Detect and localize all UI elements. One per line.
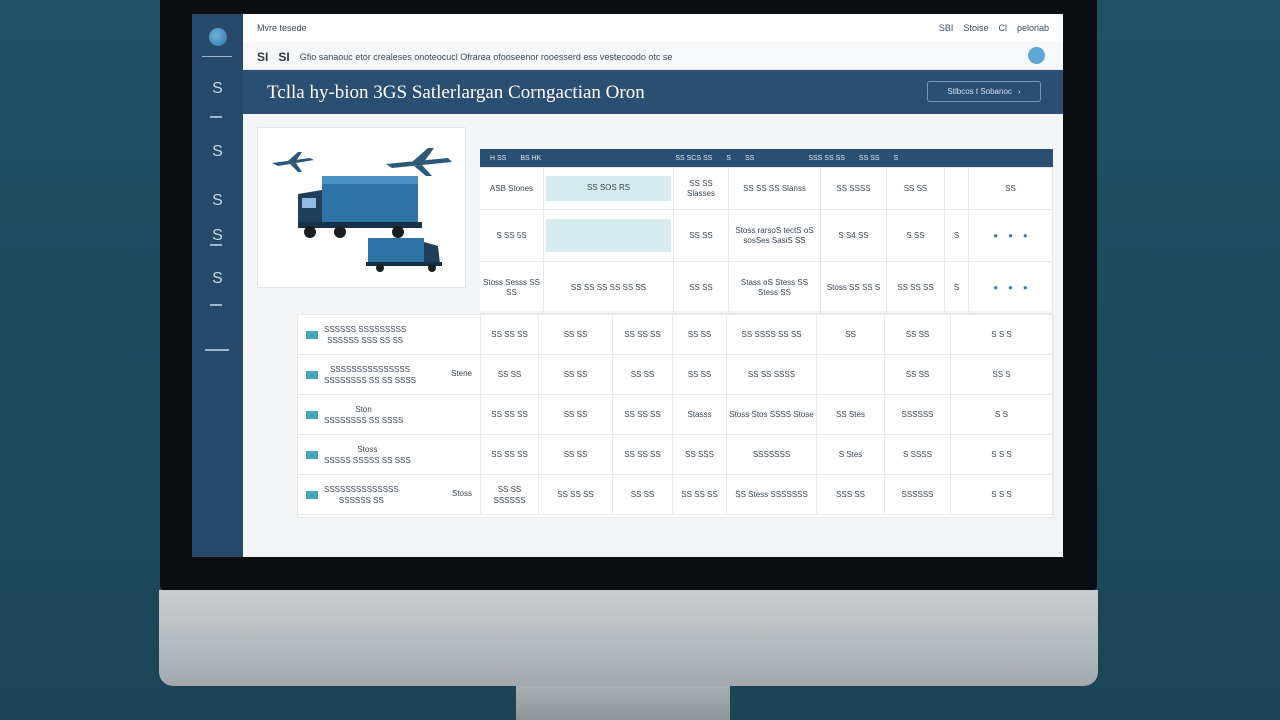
truck-plane-icon [272,148,452,272]
page-title: Tclla hy-bion 3GS Satlerlargan Corngacti… [267,82,645,103]
breadcrumb: SI SI Gfio sanaouc etor crealeses onoteo… [243,42,1063,70]
table-cell: S [945,262,969,314]
table-cell: Stoss rarsoS tectS oS sosSes SasiS SS [729,210,821,262]
sidebar-logo[interactable] [192,22,243,52]
top-link-4[interactable]: pelonab [1017,23,1049,33]
table-cell: Stoss Sesss SS SS [480,262,544,314]
status-icon [306,330,318,339]
avatar[interactable] [1028,47,1045,64]
screen: S S S S S Mvre tesede SBI Stoise Cl pelo… [192,14,1063,557]
header-action-button[interactable]: Stlbcos t Sobanoc › [927,81,1041,102]
col-header [945,168,969,210]
table-cell: SS SS SS [887,262,945,314]
list-item[interactable]: Ston SSSSSSSS SS SSSS SS SS SS SS SS SS S… [298,395,1053,435]
breadcrumb-icon-1[interactable]: SI [257,50,268,64]
table-cell: SS SS [674,210,729,262]
col-header[interactable]: ASB Stones [480,168,544,210]
col-header[interactable]: SS SS [887,168,945,210]
list-item[interactable]: Stoss SSSSS SSSSS SS SSS SS SS SS SS SS S… [298,435,1053,475]
table-cell: Stoss SS SS S [821,262,887,314]
status-icon [306,370,318,379]
sidebar-item-1[interactable]: S [192,74,243,104]
col-header[interactable]: SS SOS RS [544,168,674,210]
status-icon [306,450,318,459]
top-link-1[interactable]: SBI [939,23,954,33]
sidebar-footer-marker [205,349,229,351]
status-icon: ● [1022,230,1028,240]
table-cell-icons[interactable]: ● ● ● [969,262,1053,314]
shipments-table: H SS BS HK SS SCS SS S SS SSS SS SS SS S… [480,149,1053,314]
status-icon: ● [1008,230,1013,240]
brand-name: Mvre tesede [257,23,307,33]
top-link-2[interactable]: Stoise [963,23,988,33]
table-header-bar: H SS BS HK SS SCS SS S SS SSS SS SS SS S… [480,149,1053,167]
sidebar: S S S S S [192,14,243,557]
table-cell: SS SS [674,262,729,314]
chevron-right-icon: › [1017,87,1021,96]
monitor-stand [516,686,730,720]
table-cell [544,210,674,262]
table-cell: S [945,210,969,262]
top-link-3[interactable]: Cl [998,23,1007,33]
list-item[interactable]: SSSSSSSSSSSSSS SSSSSS SS Stoss SS SS SSSS… [298,475,1053,515]
status-icon: ● [993,230,999,240]
sidebar-item-4-marker [210,244,222,246]
sidebar-item-2[interactable]: S [192,137,243,167]
list-item[interactable]: SSSSSS SSSSSSSSS SSSSSS SSS SS SS SS SS S… [298,315,1053,355]
breadcrumb-icon-2[interactable]: SI [278,50,289,64]
top-bar: Mvre tesede SBI Stoise Cl pelonab [243,14,1063,42]
status-icon: ● [993,282,999,292]
col-header[interactable]: SS SS Slasses [674,168,729,210]
sidebar-item-1-marker [210,116,222,118]
col-header[interactable]: SS [969,168,1053,210]
table-cell: S SS [887,210,945,262]
sidebar-item-3[interactable]: S [192,186,243,216]
breadcrumb-text: Gfio sanaouc etor crealeses onoteocucl O… [299,52,673,62]
sidebar-item-4[interactable]: S [192,221,243,251]
col-header[interactable]: SS SS SS Slanss [729,168,821,210]
list-item[interactable]: SSSSSSSSSSSSSSS SSSSSSSS SS SS SSSS Stene… [298,355,1053,395]
table-grid: ASB Stones SS SOS RS SS SS Slasses SS SS… [480,167,1053,314]
status-icon: ● [1022,282,1028,292]
sidebar-divider [202,56,232,57]
col-header[interactable]: SS SSSS [821,168,887,210]
sidebar-item-5-marker [210,304,222,306]
table-cell: SS SS SS SS SS SS [544,262,674,314]
status-icon: ● [1008,282,1013,292]
status-icon [306,490,318,499]
page-header: Tclla hy-bion 3GS Satlerlargan Corngacti… [243,70,1063,114]
globe-icon [208,28,227,46]
table-cell: S SS 5S [480,210,544,262]
table-cell: S S4 SS [821,210,887,262]
top-links: SBI Stoise Cl pelonab [939,23,1049,33]
sidebar-item-5[interactable]: S [192,264,243,294]
status-icon [306,410,318,419]
shipment-list: SSSSSS SSSSSSSSS SSSSSS SSS SS SS SS SS S… [298,315,1053,517]
table-cell-icons[interactable]: ● ● ● [969,210,1053,262]
table-cell: Stass oS Stess SS Stess SS [729,262,821,314]
monitor-chin [159,590,1098,686]
logistics-illustration [257,127,466,288]
